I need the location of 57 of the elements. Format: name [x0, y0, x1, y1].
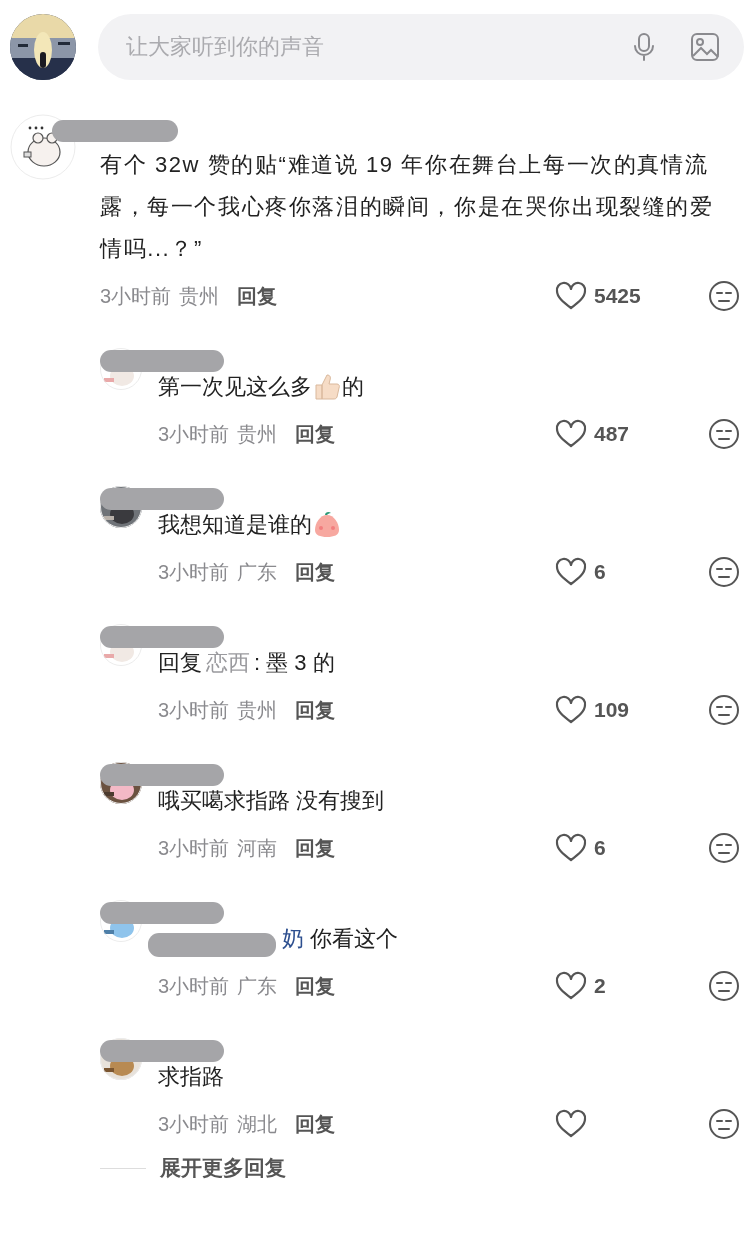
heart-icon[interactable] [554, 419, 588, 449]
reply-button[interactable]: 回复 [295, 1110, 336, 1138]
reply-text: 哦买噶求指路 没有搜到 [158, 787, 385, 815]
reply-button[interactable]: 回复 [295, 696, 336, 724]
face-icon[interactable] [708, 280, 740, 312]
show-more-replies[interactable]: 展开更多回复 [160, 1154, 286, 1182]
face-icon[interactable] [708, 556, 740, 588]
reply-button[interactable]: 回复 [295, 420, 336, 448]
peach-icon [312, 510, 342, 540]
thumbs-up-icon [312, 372, 342, 402]
heart-icon[interactable] [554, 695, 588, 725]
reply-button[interactable]: 回复 [295, 972, 336, 1000]
reply-text: 我想知道是谁的 [158, 511, 312, 539]
reply-button[interactable]: 回复 [295, 558, 336, 586]
face-icon[interactable] [708, 832, 740, 864]
reply-time: 3小时前 [158, 1111, 230, 1137]
like-count: 2 [594, 974, 607, 998]
like-count: 6 [594, 836, 607, 860]
reply-location: 广东 [237, 973, 278, 999]
like-count: 5425 [594, 284, 642, 308]
reply-location: 河南 [237, 835, 278, 861]
mention-link[interactable]: 奶 [282, 924, 304, 954]
comment-text: 有个 32w 赞的贴“难道说 19 年你在舞台上每一次的真情流露，每一个我心疼你落泪的瞬间，你是在哭你出现裂缝的爱情吗...？” [100, 151, 715, 263]
reply-location: 湖北 [237, 1111, 278, 1137]
like-count: 487 [594, 422, 631, 446]
reply-location: 贵州 [237, 421, 278, 447]
face-icon[interactable] [708, 694, 740, 726]
heart-icon[interactable] [554, 1109, 588, 1139]
reply-time: 3小时前 [158, 697, 230, 723]
heart-icon[interactable] [554, 833, 588, 863]
comment-location: 贵州 [179, 283, 220, 309]
reply-location: 广东 [237, 559, 278, 585]
reply-time: 3小时前 [158, 421, 230, 447]
reply-button[interactable]: 回复 [295, 834, 336, 862]
image-icon[interactable] [690, 32, 720, 62]
reply-text: 回复 [158, 649, 202, 677]
face-icon[interactable] [708, 1108, 740, 1140]
reply-text: 第一次见这么多 [158, 373, 312, 401]
reply-text: : 墨 3 的 [254, 649, 335, 677]
comment-input[interactable]: 让大家听到你的声音 [98, 14, 744, 80]
reply-text: 你看这个 [309, 925, 399, 953]
face-icon[interactable] [708, 418, 740, 450]
face-icon[interactable] [708, 970, 740, 1002]
comment-time: 3小时前 [100, 283, 172, 309]
heart-icon[interactable] [554, 971, 588, 1001]
like-count: 109 [594, 698, 631, 722]
reply-text: 求指路 [158, 1063, 224, 1091]
reply-time: 3小时前 [158, 973, 230, 999]
reply-location: 贵州 [237, 697, 278, 723]
like-count: 6 [594, 560, 607, 584]
heart-icon[interactable] [554, 557, 588, 587]
reply-text: 的 [342, 373, 364, 401]
heart-icon[interactable] [554, 281, 588, 311]
reply-time: 3小时前 [158, 559, 230, 585]
microphone-icon[interactable] [632, 32, 656, 62]
reply-time: 3小时前 [158, 835, 230, 861]
reply-button[interactable]: 回复 [237, 282, 278, 310]
